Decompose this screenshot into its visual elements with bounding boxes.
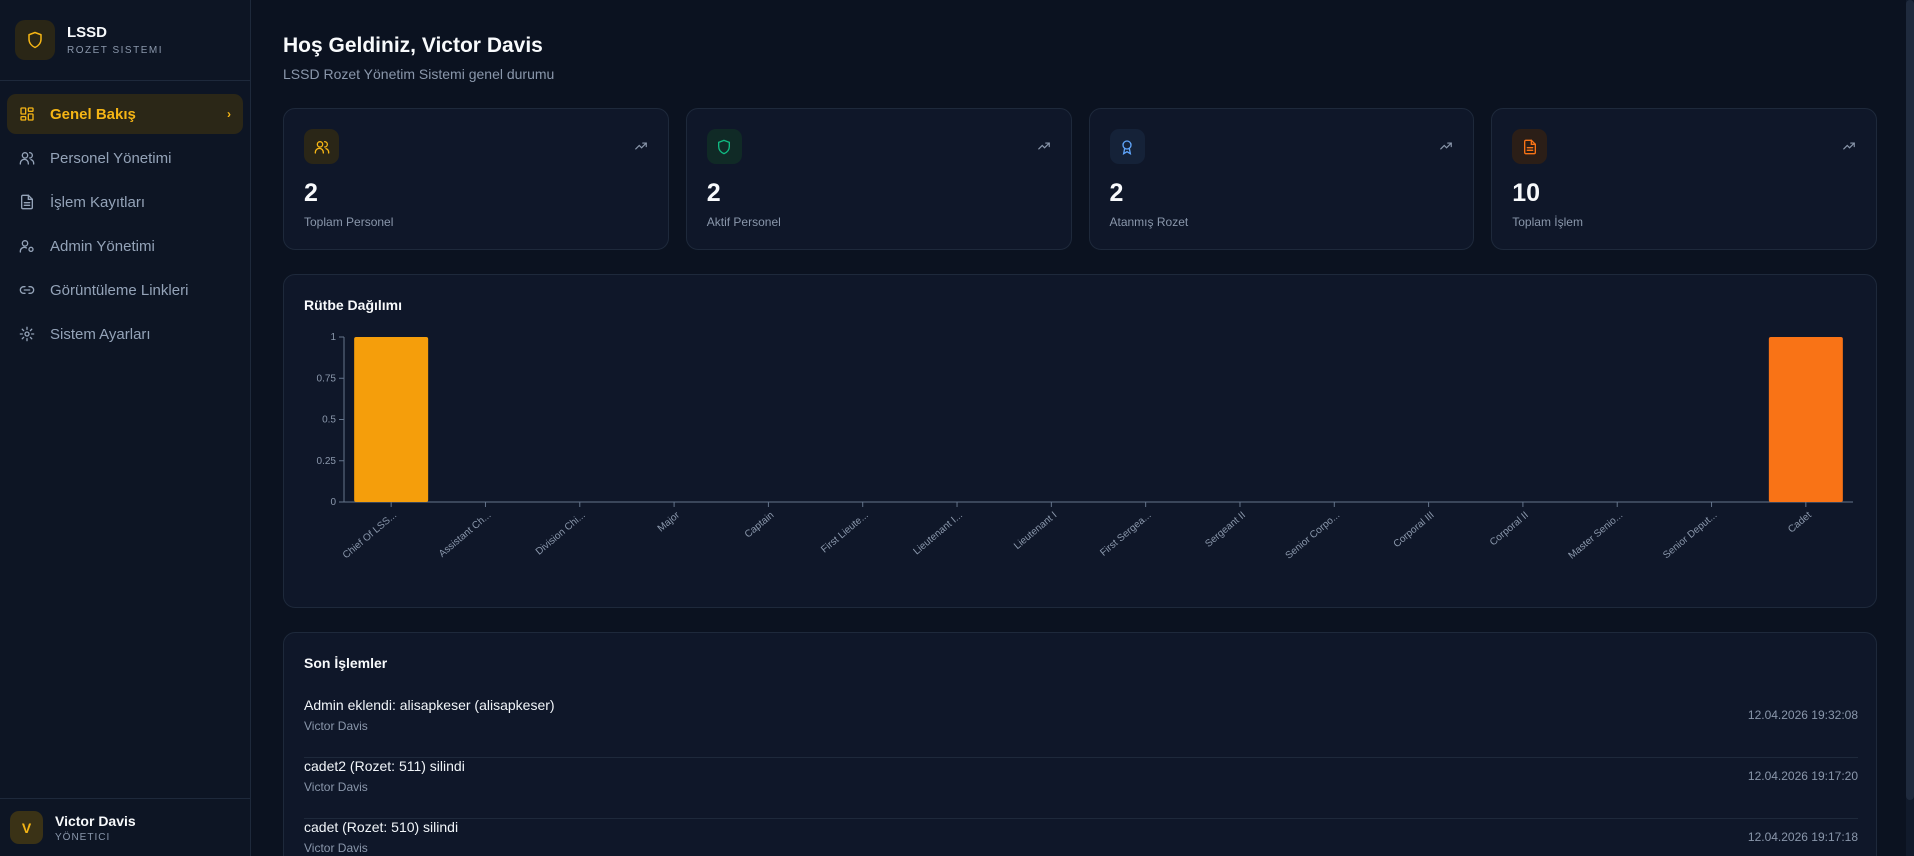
x-tick-label: Senior Corpo... (1284, 510, 1343, 562)
bar (1768, 337, 1843, 502)
x-tick-label: Senior Deput... (1661, 510, 1719, 561)
y-tick-label: 0.5 (322, 415, 336, 426)
gear-icon (19, 326, 35, 342)
file-icon (1512, 129, 1548, 164)
stat-label: Aktif Personel (706, 215, 781, 229)
user-role: YÖNETICI (55, 831, 111, 843)
x-tick-label: Chief Of LSS... (341, 510, 399, 561)
y-tick-label: 1 (330, 332, 336, 343)
user-cog-icon (19, 238, 35, 254)
rank-distribution-chart: 0 0.25 0.5 0.75 1 Chief Of LSS... Assistant Ch… (317, 332, 1853, 562)
brand-subtitle: ROZET SISTEMI (67, 45, 163, 56)
x-tick-label: First Lieute... (819, 510, 870, 556)
action-user: Victor Davis (304, 719, 368, 733)
stat-label: Atanmış Rozet (1109, 215, 1189, 229)
avatar: V (10, 811, 43, 844)
sidebar-nav: Genel Bakış › Personel Yönetimi İşlem Ka… (0, 81, 250, 371)
sidebar-item-admin[interactable]: Admin Yönetimi (7, 226, 243, 266)
sidebar-item-personel[interactable]: Personel Yönetimi (7, 138, 243, 178)
sidebar-item-label: Admin Yönetimi (50, 237, 155, 255)
sidebar-item-label: Görüntüleme Linkleri (50, 281, 189, 299)
list-item[interactable]: cadet2 (Rozet: 511) silindi Victor Davis… (304, 758, 1858, 819)
file-icon (19, 194, 35, 210)
stat-value: 2 (706, 179, 721, 207)
stat-value: 2 (304, 179, 318, 207)
stats-row: 2 Toplam Personel 2 Aktif Personel 2 Ata… (283, 108, 1877, 250)
sidebar: LSSD ROZET SISTEMI Genel Bakış › Persone… (0, 0, 251, 856)
shield-icon (706, 129, 742, 164)
action-title: Admin eklendi: alisapkeser (alisapkeser) (304, 697, 555, 713)
x-tick-label: Cadet (1786, 510, 1814, 536)
link-icon (19, 282, 35, 298)
trend-up-icon (1439, 139, 1453, 158)
brand[interactable]: LSSD ROZET SISTEMI (0, 0, 250, 81)
x-tick-label: Assistant Ch... (437, 510, 493, 560)
users-icon (304, 129, 339, 164)
user-profile[interactable]: V Victor Davis YÖNETICI (0, 798, 250, 856)
x-tick-label: Division Chi... (534, 510, 588, 558)
recent-actions-card: Son İşlemler Admin eklendi: alisapkeser … (283, 632, 1877, 856)
x-tick-label: First Sergea... (1098, 510, 1153, 559)
scrollbar-thumb[interactable] (1906, 0, 1914, 800)
sidebar-item-label: Sistem Ayarları (50, 325, 151, 343)
sidebar-item-label: Personel Yönetimi (50, 149, 172, 167)
sidebar-item-islem-kayitlari[interactable]: İşlem Kayıtları (7, 182, 243, 222)
x-tick-label: Lieutenant I (1012, 510, 1059, 552)
dashboard-icon (19, 106, 35, 122)
x-tick-label: Sergeant II (1203, 510, 1248, 550)
stat-card-toplam-personel: 2 Toplam Personel (283, 108, 669, 250)
x-tick-label: Master Senio... (1567, 510, 1626, 562)
action-time: 12.04.2026 19:32:08 (1747, 708, 1858, 722)
page-scrollbar[interactable] (1906, 0, 1914, 856)
award-icon (1109, 129, 1145, 164)
action-user: Victor Davis (304, 780, 368, 794)
sidebar-item-label: İşlem Kayıtları (50, 193, 146, 211)
list-item[interactable]: Admin eklendi: alisapkeser (alisapkeser)… (304, 697, 1858, 758)
chevron-right-icon: › (227, 107, 231, 121)
x-tick-label: Lieutenant I... (911, 510, 965, 557)
sidebar-item-genel-bakis[interactable]: Genel Bakış › (7, 94, 243, 134)
trend-up-icon (1842, 139, 1856, 158)
shield-icon (15, 20, 55, 60)
x-tick-label: Corporal II (1488, 510, 1531, 548)
y-tick-label: 0.75 (317, 373, 337, 384)
page-subtitle: LSSD Rozet Yönetim Sistemi genel durumu (283, 66, 555, 82)
sidebar-item-settings[interactable]: Sistem Ayarları (7, 314, 243, 354)
sidebar-item-label: Genel Bakış (50, 105, 136, 123)
x-tick-label: Major (656, 509, 683, 534)
y-tick-label: 0 (330, 497, 336, 508)
stat-card-aktif-personel: 2 Aktif Personel (685, 108, 1072, 250)
list-item[interactable]: cadet (Rozet: 510) silindi Victor Davis … (304, 819, 1858, 856)
trend-up-icon (1037, 139, 1051, 158)
action-time: 12.04.2026 19:17:18 (1747, 830, 1858, 844)
user-name: Victor Davis (55, 812, 136, 829)
sidebar-item-links[interactable]: Görüntüleme Linkleri (7, 270, 243, 310)
stat-label: Toplam İşlem (1512, 215, 1583, 229)
action-time: 12.04.2026 19:17:20 (1747, 769, 1858, 783)
action-title: cadet2 (Rozet: 511) silindi (304, 758, 465, 774)
stat-value: 10 (1512, 179, 1541, 207)
bar (354, 337, 429, 502)
stat-label: Toplam Personel (304, 215, 394, 229)
recent-list: Admin eklendi: alisapkeser (alisapkeser)… (304, 697, 1858, 856)
recent-title: Son İşlemler (304, 655, 388, 671)
page-title: Hoş Geldiniz, Victor Davis (283, 34, 543, 57)
users-icon (19, 150, 35, 166)
trend-up-icon (634, 139, 648, 158)
action-title: cadet (Rozet: 510) silindi (304, 819, 459, 835)
action-user: Victor Davis (304, 841, 368, 855)
rank-distribution-card: Rütbe Dağılımı 0 0.25 0.5 0.75 1 Chief Of LSS… (283, 274, 1877, 608)
stat-card-atanmis-rozet: 2 Atanmış Rozet (1088, 108, 1475, 250)
stat-card-toplam-islem: 10 Toplam İşlem (1491, 108, 1877, 250)
stat-value: 2 (1109, 179, 1124, 207)
x-tick-label: Captain (743, 510, 776, 541)
brand-title: LSSD (67, 24, 108, 41)
x-tick-label: Corporal III (1392, 510, 1437, 550)
y-tick-label: 0.25 (317, 456, 337, 467)
